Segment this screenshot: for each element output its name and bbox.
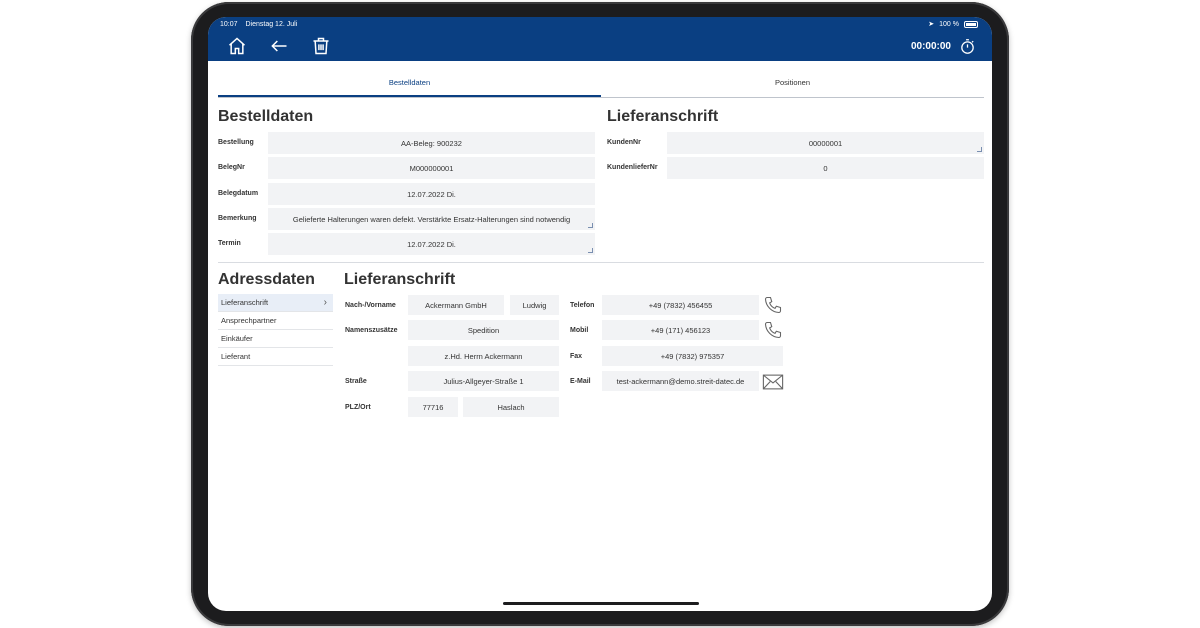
field-label-belegnr: BelegNr	[218, 164, 245, 171]
field-label-bestellung: Bestellung	[218, 139, 254, 146]
battery-icon	[964, 20, 978, 28]
last-name-field[interactable]: Ackermann GmbH	[408, 295, 504, 315]
field-label-name: Nach-/Vorname	[345, 302, 396, 309]
plz-field[interactable]: 77716	[408, 397, 458, 417]
adressdaten-list: Lieferanschrift › Ansprechpartner Einkäu…	[218, 294, 333, 366]
adressdaten-item-lieferant[interactable]: Lieferant	[218, 348, 333, 366]
belegdatum-field[interactable]: 12.07.2022 Di.	[268, 183, 595, 205]
zusatz2-field[interactable]: z.Hd. Herrn Ackermann	[408, 346, 559, 366]
field-label-mobil: Mobil	[570, 327, 589, 334]
bemerkung-field[interactable]: Gelieferte Halterungen waren defekt. Ver…	[268, 208, 595, 230]
section-divider	[218, 262, 984, 263]
mobile-phone-icon[interactable]	[761, 319, 785, 341]
field-label-fax: Fax	[570, 353, 583, 360]
adressdaten-item-label: Lieferanschrift	[221, 298, 269, 307]
tab-bestelldaten[interactable]: Bestelldaten	[218, 72, 601, 97]
field-label-termin: Termin	[218, 240, 241, 247]
stopwatch-icon	[961, 38, 974, 54]
address-title: Lieferanschrift	[344, 271, 456, 288]
app-screen: 10:07 Dienstag 12. Juli ➤ 100 % 00:00:00…	[208, 17, 992, 611]
status-bar: 10:07 Dienstag 12. Juli ➤ 100 %	[208, 17, 992, 31]
adressdaten-title: Adressdaten	[218, 271, 315, 288]
lieferanschrift-top-title: Lieferanschrift	[607, 108, 719, 125]
field-label-kundenliefernr: KundenlieferNr	[607, 164, 658, 171]
timer-value: 00:00:00	[910, 40, 951, 52]
kundenliefernr-field[interactable]: 0	[667, 157, 984, 179]
adressdaten-item-lieferanschrift[interactable]: Lieferanschrift ›	[218, 294, 333, 312]
field-label-telefon: Telefon	[570, 302, 595, 309]
field-label-email: E-Mail	[570, 378, 591, 385]
bestelldaten-title: Bestelldaten	[218, 108, 314, 125]
arrow-left-icon[interactable]	[266, 33, 292, 59]
bestellung-field[interactable]: AA-Beleg: 900232	[268, 132, 595, 154]
mail-icon[interactable]	[761, 371, 785, 393]
field-label-plzort: PLZ/Ort	[345, 404, 371, 411]
field-label-belegdatum: Belegdatum	[218, 190, 259, 197]
adressdaten-item-label: Ansprechpartner	[221, 316, 277, 325]
telefon-field[interactable]: +49 (7832) 456455	[602, 295, 759, 315]
mobil-field[interactable]: +49 (171) 456123	[602, 320, 759, 340]
home-indicator[interactable]	[503, 602, 699, 605]
field-label-kundennr: KundenNr	[607, 139, 641, 146]
first-name-field[interactable]: Ludwig	[510, 295, 559, 315]
adressdaten-item-ansprechpartner[interactable]: Ansprechpartner	[218, 312, 333, 330]
top-toolbar: 00:00:00	[208, 31, 992, 61]
termin-field[interactable]: 12.07.2022 Di.	[268, 233, 595, 255]
email-field[interactable]: test-ackermann@demo.streit-datec.de	[602, 371, 759, 391]
tab-bar: Bestelldaten Positionen	[218, 72, 984, 98]
status-battery: 100 %	[939, 20, 959, 28]
strasse-field[interactable]: Julius-Allgeyer-Straße 1	[408, 371, 559, 391]
fax-field[interactable]: +49 (7832) 975357	[602, 346, 783, 366]
status-time: 10:07	[220, 20, 238, 28]
phone-icon[interactable]	[761, 294, 785, 316]
kundennr-field[interactable]: 00000001	[667, 132, 984, 154]
location-icon: ➤	[928, 21, 935, 28]
zusatz1-field[interactable]: Spedition	[408, 320, 559, 340]
adressdaten-item-einkaeufer[interactable]: Einkäufer	[218, 330, 333, 348]
adressdaten-item-label: Lieferant	[221, 352, 251, 361]
tab-positionen[interactable]: Positionen	[601, 72, 984, 97]
trash-icon[interactable]	[308, 33, 334, 59]
field-label-bemerkung: Bemerkung	[218, 215, 257, 222]
belegnr-field[interactable]: M000000001	[268, 157, 595, 179]
field-label-strasse: Straße	[345, 378, 367, 385]
home-icon[interactable]	[224, 33, 250, 59]
ort-field[interactable]: Haslach	[463, 397, 559, 417]
timer[interactable]: 00:00:00	[911, 38, 976, 55]
status-date: Dienstag 12. Juli	[245, 20, 298, 28]
adressdaten-item-label: Einkäufer	[221, 334, 253, 343]
field-label-namenszusaetze: Namenszusätze	[345, 327, 398, 334]
chevron-right-icon: ›	[323, 297, 327, 308]
